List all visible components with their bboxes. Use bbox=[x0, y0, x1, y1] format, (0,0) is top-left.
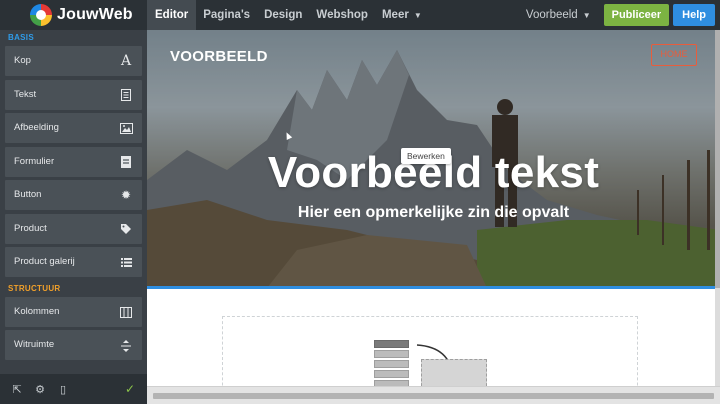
check-icon[interactable]: ✓ bbox=[124, 382, 136, 396]
main-nav: Editor Pagina's Design Webshop Meer ▼ bbox=[147, 0, 429, 30]
horizontal-scrollbar-thumb[interactable] bbox=[153, 393, 714, 399]
jouwweb-logo-icon bbox=[30, 4, 52, 26]
gear-icon[interactable]: ⚙ bbox=[34, 383, 46, 396]
hero-divider bbox=[147, 286, 720, 289]
sidebar-item-label: Kolommen bbox=[14, 305, 60, 317]
sidebar-footer: ⇱ ⚙ ▯ ✓ bbox=[0, 374, 147, 404]
help-button[interactable]: Help bbox=[673, 4, 715, 26]
vertical-scrollbar[interactable] bbox=[715, 30, 720, 386]
sidebar-item-witruimte[interactable]: Witruimte bbox=[5, 330, 142, 360]
mobile-icon[interactable]: ▯ bbox=[57, 383, 69, 396]
page-select-label: Voorbeeld bbox=[525, 9, 578, 21]
publish-button[interactable]: Publiceer bbox=[603, 4, 670, 26]
sidebar-item-formulier[interactable]: Formulier bbox=[5, 146, 142, 177]
edit-tooltip[interactable]: Bewerken bbox=[401, 148, 451, 164]
nav-webshop[interactable]: Webshop bbox=[309, 0, 375, 30]
nav-meer-label: Meer bbox=[381, 9, 409, 21]
sidebar-item-label: Afbeelding bbox=[14, 122, 59, 133]
list-icon bbox=[119, 247, 133, 277]
sidebar-item-kop[interactable]: Kop A bbox=[5, 46, 142, 76]
sidebar-item-label: Button bbox=[14, 189, 42, 200]
horizontal-scrollbar[interactable] bbox=[147, 386, 720, 404]
sidebar-item-kolommen[interactable]: Kolommen bbox=[5, 296, 142, 327]
sidebar-item-label: Product galerij bbox=[14, 256, 75, 267]
sidebar-item-label: Formulier bbox=[14, 155, 55, 167]
placeholder-bar bbox=[374, 350, 409, 358]
sidebar-item-label: Kop bbox=[14, 55, 31, 66]
sidebar-item-button[interactable]: Button ✹ bbox=[5, 180, 142, 210]
logo[interactable]: JouwWeb bbox=[0, 0, 147, 30]
editor-canvas: VOORBEELD HOME Voorbeeld tekst Hier een … bbox=[147, 30, 720, 404]
placeholder-stack bbox=[374, 340, 409, 390]
button-icon: ✹ bbox=[120, 188, 132, 202]
site-brand[interactable]: VOORBEELD bbox=[170, 48, 268, 65]
chevron-down-icon: ▼ bbox=[413, 11, 422, 20]
sidebar-item-label: Product bbox=[14, 222, 47, 234]
heading-icon: A bbox=[120, 53, 132, 69]
sidebar-item-product-galerij[interactable]: Product galerij bbox=[5, 247, 142, 277]
home-nav-button[interactable]: HOME bbox=[651, 44, 697, 66]
nav-design[interactable]: Design bbox=[257, 0, 309, 30]
sidebar-item-tekst[interactable]: Tekst bbox=[5, 79, 142, 110]
section-title-basis: BASIS bbox=[8, 33, 34, 42]
hero-subtitle[interactable]: Hier een opmerkelijke zin die opvalt bbox=[147, 204, 720, 222]
columns-icon bbox=[119, 297, 133, 327]
chevron-down-icon: ▼ bbox=[582, 11, 591, 20]
spacing-icon bbox=[119, 330, 133, 360]
nav-meer[interactable]: Meer ▼ bbox=[375, 0, 429, 30]
vertical-scrollbar-thumb[interactable] bbox=[715, 30, 720, 288]
placeholder-bar bbox=[374, 340, 409, 348]
sidebar-item-afbeelding[interactable]: Afbeelding bbox=[5, 113, 142, 143]
right-tools: Voorbeeld ▼ Publiceer Help bbox=[526, 0, 720, 30]
top-bar: JouwWeb Editor Pagina's Design Webshop M… bbox=[0, 0, 720, 30]
nav-editor[interactable]: Editor bbox=[147, 0, 197, 30]
hero-section[interactable]: VOORBEELD HOME Voorbeeld tekst Hier een … bbox=[147, 30, 720, 288]
sidebar-item-product[interactable]: Product bbox=[5, 213, 142, 244]
text-icon bbox=[119, 80, 133, 110]
sidebar-item-label: Tekst bbox=[14, 88, 37, 100]
tag-icon bbox=[119, 214, 133, 244]
nav-paginas[interactable]: Pagina's bbox=[196, 0, 257, 30]
placeholder-bar bbox=[374, 370, 409, 378]
external-link-icon[interactable]: ⇱ bbox=[11, 383, 23, 396]
placeholder-bar bbox=[374, 360, 409, 368]
sidebar: BASIS Kop A Tekst Afbeelding Formulier B… bbox=[0, 30, 147, 404]
sidebar-item-label: Witruimte bbox=[14, 339, 55, 350]
page-select[interactable]: Voorbeeld ▼ bbox=[526, 9, 591, 21]
image-icon bbox=[119, 113, 133, 143]
section-title-structuur: STRUCTUUR bbox=[8, 283, 61, 293]
logo-text: JouwWeb bbox=[57, 6, 133, 23]
form-icon bbox=[119, 147, 133, 177]
